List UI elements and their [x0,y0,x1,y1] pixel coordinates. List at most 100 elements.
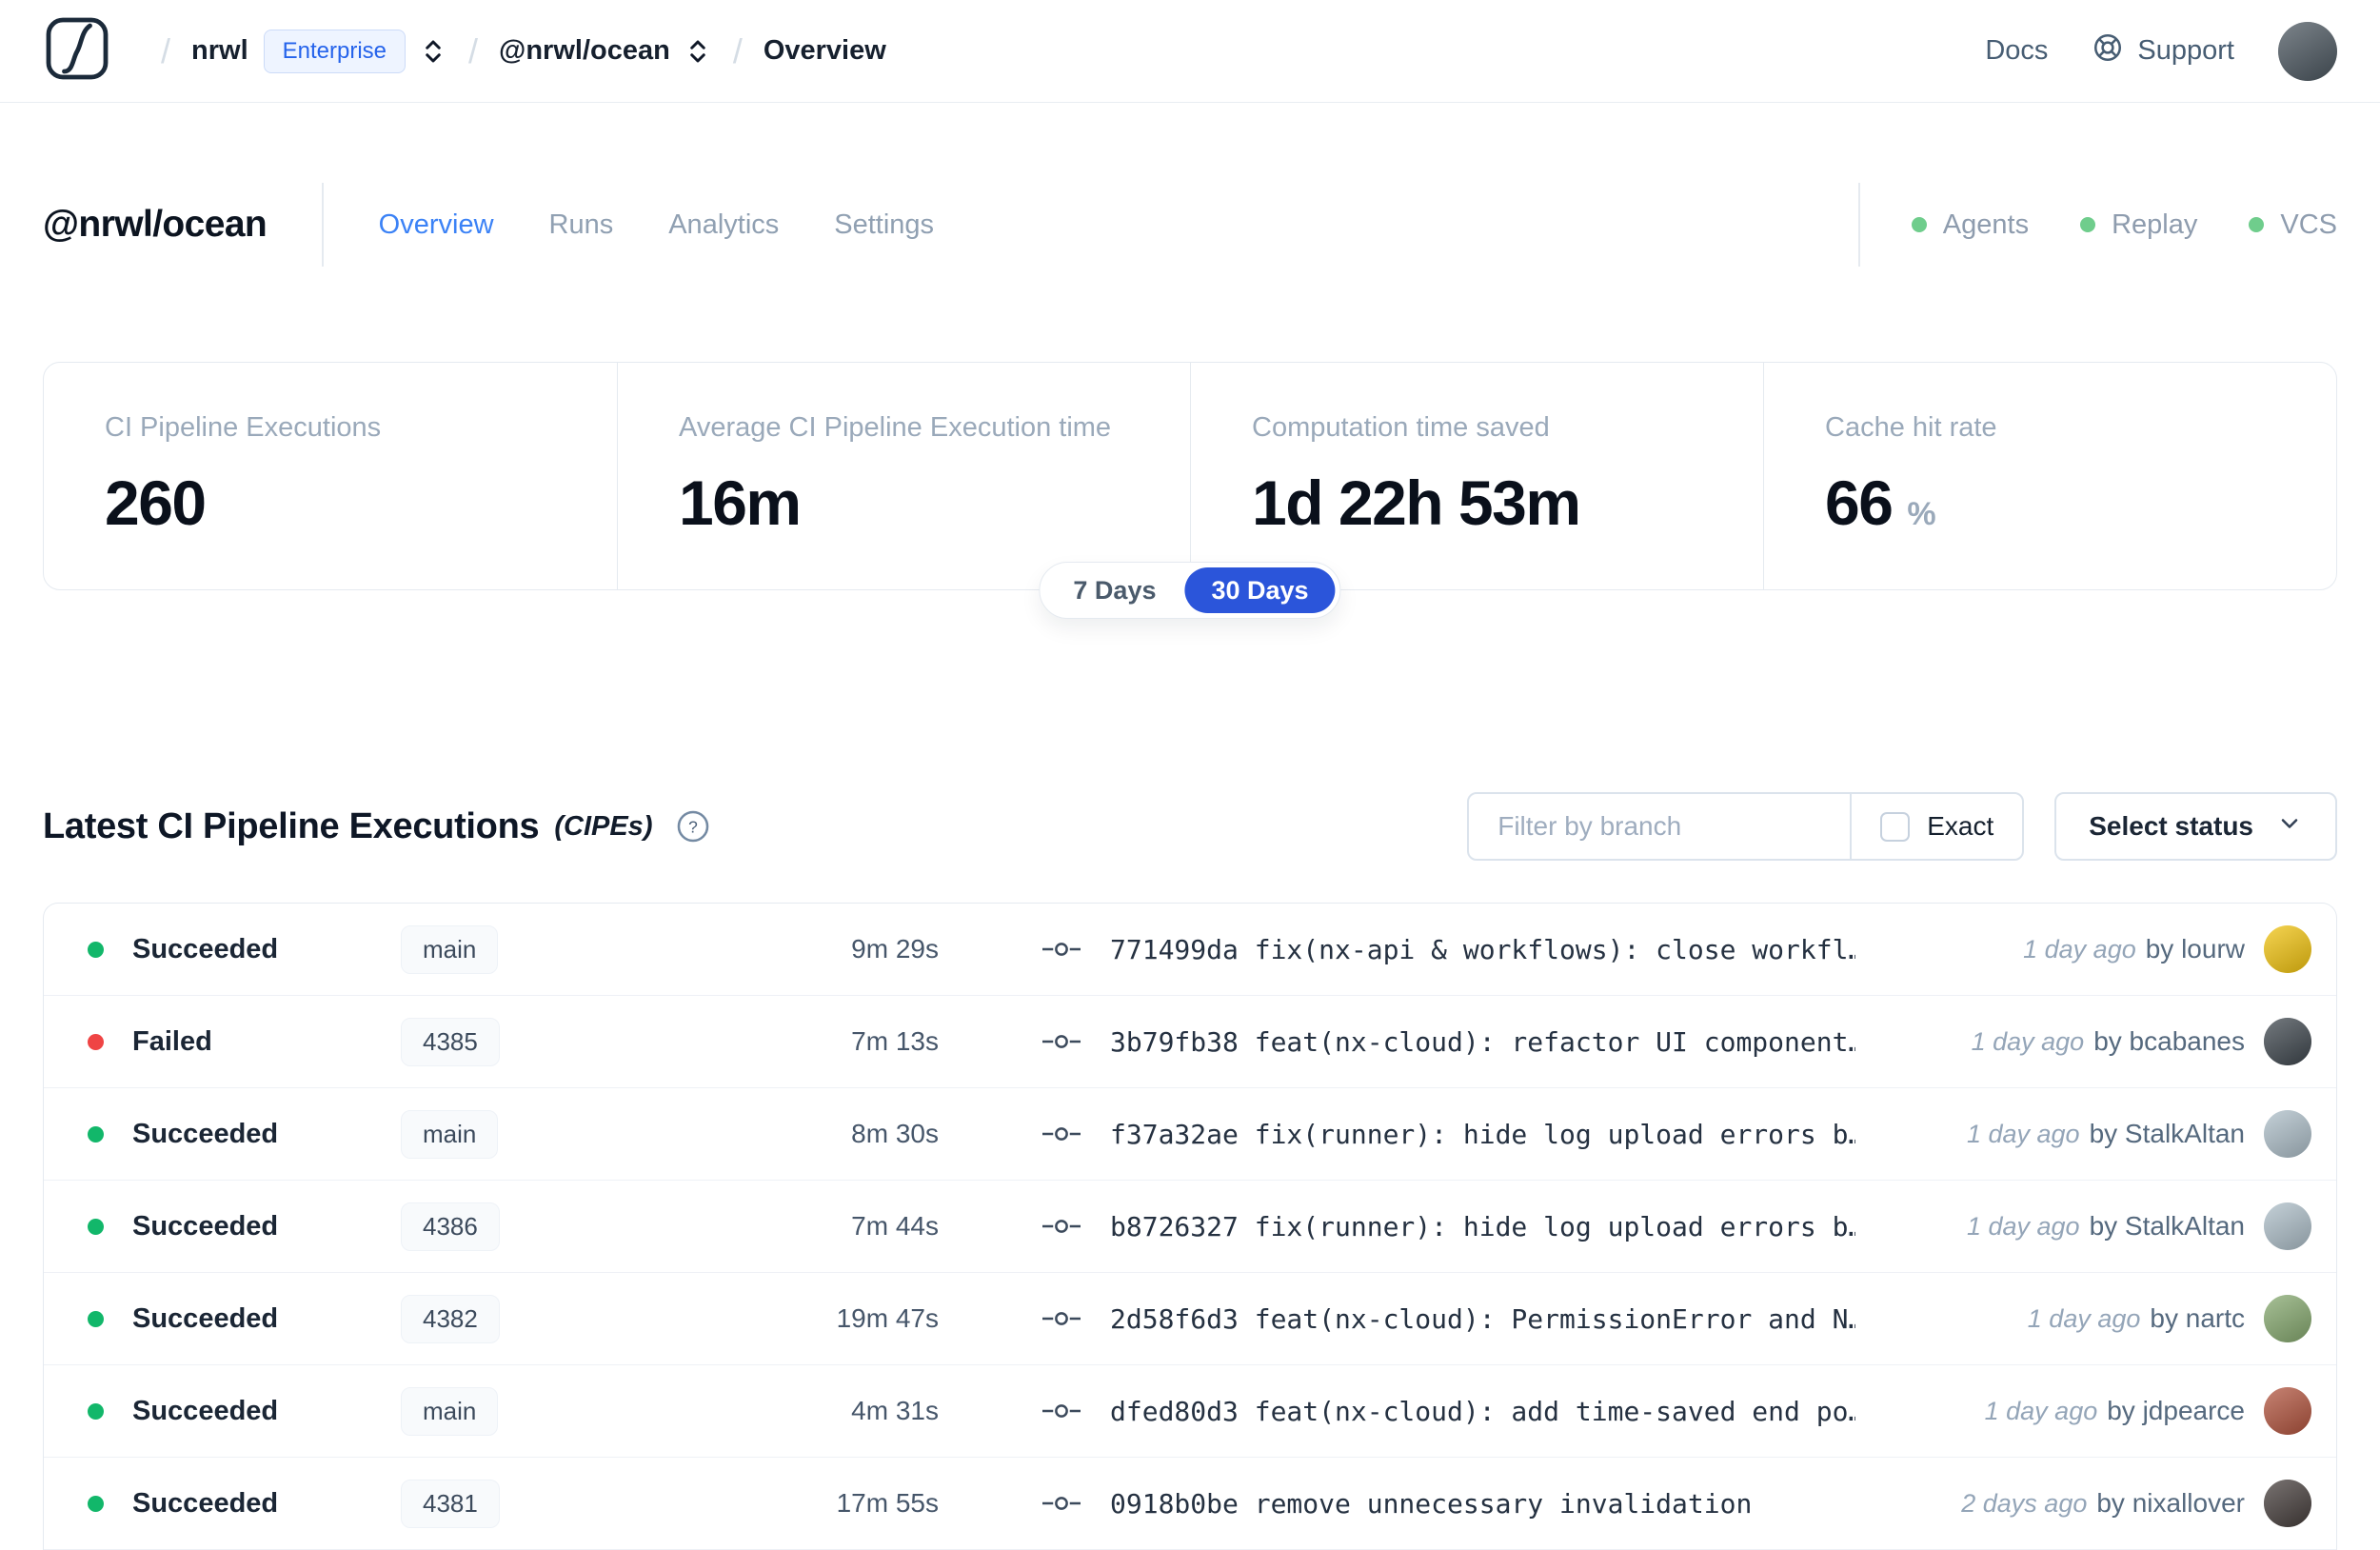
branch-chip: 4385 [401,1017,500,1066]
breadcrumb-separator: / [468,30,479,70]
branch-cell: 4382 [401,1294,625,1343]
breadcrumb-page[interactable]: Overview [764,35,886,67]
branch-cell: 4386 [401,1202,625,1251]
docs-link[interactable]: Docs [1985,35,2048,67]
meta-cell: 1 day ago by nartc [1855,1295,2336,1342]
status-dot [88,1402,104,1420]
exact-checkbox[interactable] [1880,811,1911,842]
branch-cell: main [401,924,625,974]
commit-message: 3b79fb38 feat(nx-cloud): refactor UI com… [1110,1025,1855,1058]
select-status-label: Select status [2089,811,2253,841]
commit-message: dfed80d3 feat(nx-cloud): add time-saved … [1110,1395,1855,1427]
commit-cell: dfed80d3 feat(nx-cloud): add time-saved … [939,1396,1855,1427]
branch-cell: 4385 [401,1017,625,1066]
help-icon[interactable]: ? [675,808,711,845]
nx-cloud-logo[interactable] [43,14,111,88]
stat-ci-pipeline-executions: CI Pipeline Executions 260 [44,363,617,589]
git-commit-icon [1040,1120,1083,1148]
commit-message: f37a32ae fix(runner): hide log upload er… [1110,1118,1855,1150]
duration-cell: 19m 47s [836,1303,939,1333]
time-ago: 1 day ago [2023,934,2136,964]
period-30-days-button[interactable]: 30 Days [1184,567,1336,613]
commit-cell: 2d58f6d3 feat(nx-cloud): PermissionError… [939,1303,1855,1335]
feature-replay[interactable]: Replay [2080,209,2197,241]
nx-logo-icon [43,14,111,88]
commit-message: 2d58f6d3 feat(nx-cloud): PermissionError… [1110,1302,1855,1335]
stat-value: 260 [105,467,207,538]
commit-message: b8726327 fix(runner): hide log upload er… [1110,1210,1855,1242]
feature-vcs[interactable]: VCS [2249,209,2337,241]
workspace-tabs: Overview Runs Analytics Settings [379,209,934,241]
git-commit-icon [1040,1027,1083,1056]
status-dot [88,1033,104,1050]
status-label: Succeeded [132,933,279,964]
feature-agents[interactable]: Agents [1911,209,2030,241]
stat-value: 16m [679,467,802,538]
breadcrumb-separator: / [732,30,743,70]
author: by lourw [2145,934,2245,964]
commit-cell: f37a32ae fix(runner): hide log upload er… [939,1119,1855,1150]
meta-cell: 1 day ago by StalkAltan [1855,1110,2336,1158]
green-status-dot [1911,217,1927,232]
branch-cell: main [401,1109,625,1159]
time-ago: 1 day ago [1984,1396,2098,1425]
duration-cell: 17m 55s [836,1488,939,1518]
support-label: Support [2137,35,2234,66]
branch-chip: 4381 [401,1479,500,1528]
commit-cell: 771499da fix(nx-api & workflows): close … [939,934,1855,965]
select-status-dropdown[interactable]: Select status [2054,792,2337,861]
support-link[interactable]: Support [2092,31,2234,71]
author-avatar [2264,1295,2311,1342]
author: by bcabanes [2093,1026,2245,1056]
table-row[interactable]: Failed 4385 7m 13s 3b79fb38 feat(nx-clou… [44,996,2336,1088]
author-avatar [2264,925,2311,973]
breadcrumb-org[interactable]: nrwl [191,35,248,67]
commit-message: 771499da fix(nx-api & workflows): close … [1110,933,1855,965]
org-selector-chevrons-icon[interactable] [419,37,447,66]
status-cell: Succeeded [44,934,401,965]
stat-suffix: % [1907,496,1936,532]
table-row[interactable]: Succeeded main 9m 29s 771499da fix(nx-ap… [44,904,2336,996]
workspace-selector-chevrons-icon[interactable] [684,37,712,66]
stat-average-execution-time: Average CI Pipeline Execution time 16m [617,363,1190,589]
git-commit-icon [1040,1304,1083,1333]
table-row[interactable]: Succeeded 4386 7m 44s b8726327 fix(runne… [44,1181,2336,1273]
author: by StalkAltan [2089,1119,2245,1148]
time-ago: 2 days ago [1961,1488,2088,1518]
period-7-days-button[interactable]: 7 Days [1044,576,1184,606]
time-ago: 1 day ago [1966,1211,2080,1241]
table-row[interactable]: Succeeded 4381 17m 55s 0918b0be remove u… [44,1458,2336,1550]
tab-overview[interactable]: Overview [379,209,494,241]
meta-cell: 2 days ago by nixallover [1855,1480,2336,1527]
divider [1858,183,1860,267]
tab-runs[interactable]: Runs [549,209,614,241]
tab-analytics[interactable]: Analytics [668,209,779,241]
table-row[interactable]: Succeeded 4382 19m 47s 2d58f6d3 feat(nx-… [44,1273,2336,1365]
branch-chip: main [401,1109,499,1159]
time-ago: 1 day ago [1971,1026,2085,1056]
breadcrumb-workspace[interactable]: @nrwl/ocean [499,35,670,67]
exact-label: Exact [1927,811,1994,841]
branch-filter-group: Exact [1467,792,2025,861]
tab-settings[interactable]: Settings [834,209,934,241]
author: by jdpearce [2107,1396,2245,1425]
git-commit-icon [1040,935,1083,964]
meta-cell: 1 day ago by StalkAltan [1855,1202,2336,1250]
stat-label: Cache hit rate [1825,412,1997,443]
branch-filter-input[interactable] [1469,794,1851,859]
author: by StalkAltan [2089,1211,2245,1241]
status-label: Succeeded [132,1118,279,1149]
author-avatar [2264,1110,2311,1158]
feature-agents-label: Agents [1942,209,2030,240]
branch-chip: main [401,1386,499,1436]
stat-value: 66 [1825,467,1894,538]
user-avatar[interactable] [2278,21,2337,81]
status-dot [88,1125,104,1143]
status-cell: Succeeded [44,1303,401,1335]
divider [322,183,324,267]
table-row[interactable]: Succeeded main 4m 31s dfed80d3 feat(nx-c… [44,1365,2336,1458]
table-row[interactable]: Succeeded main 8m 30s f37a32ae fix(runne… [44,1088,2336,1181]
navbar-right: Docs Support [1985,21,2337,81]
workspace-title: @nrwl/ocean [43,204,268,245]
stat-label: Computation time saved [1252,412,1550,443]
